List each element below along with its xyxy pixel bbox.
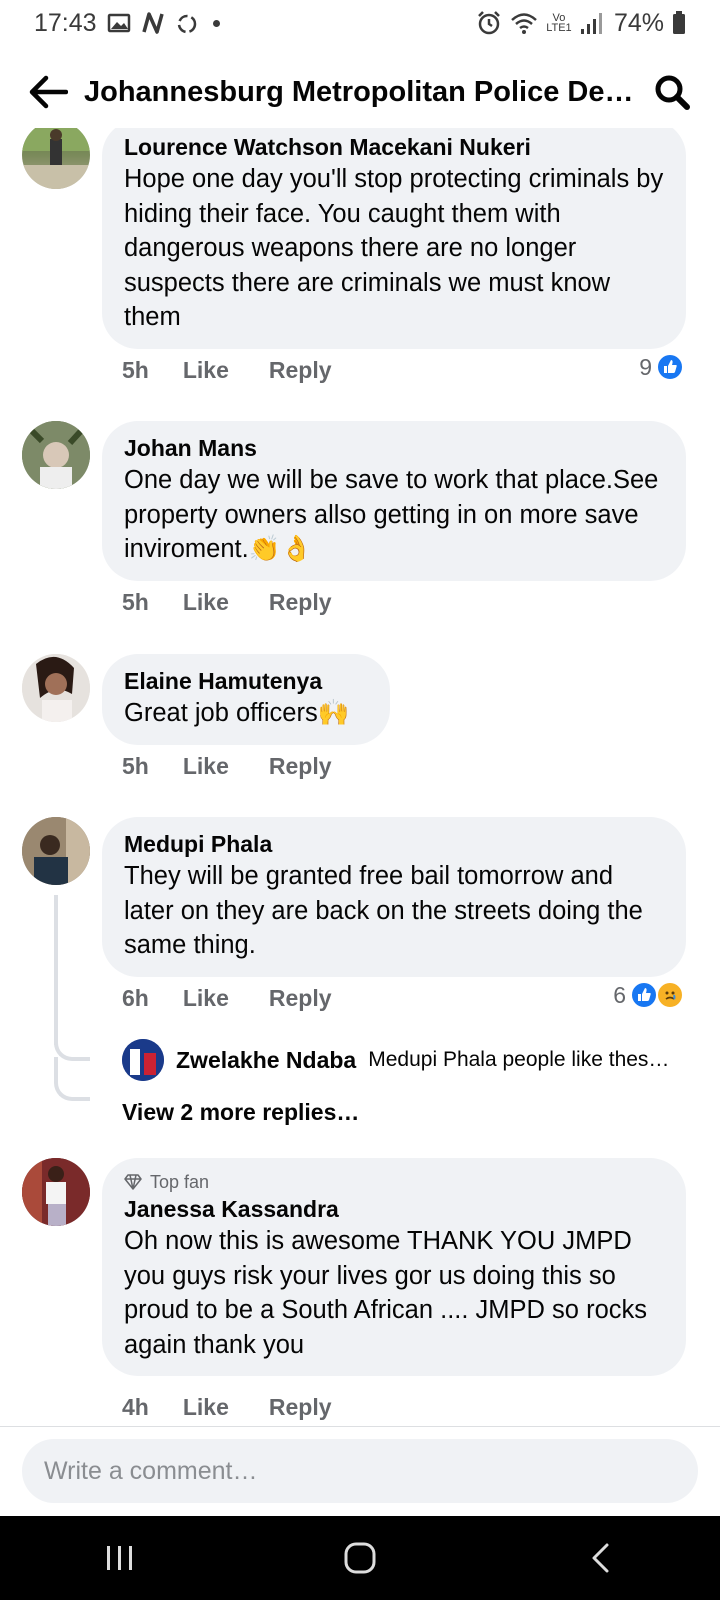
avatar[interactable] [22,817,90,885]
like-button[interactable]: Like [183,985,229,1012]
thumbs-up-icon [630,981,658,1009]
like-button[interactable]: Like [183,589,229,616]
reply-button[interactable]: Reply [269,753,332,780]
comment-author[interactable]: Elaine Hamutenya [124,666,368,696]
like-button[interactable]: Like [183,357,229,384]
comment-author[interactable]: Janessa Kassandra [124,1194,664,1224]
battery-icon [672,11,686,35]
comment-input[interactable] [44,1456,676,1486]
nfc-icon [141,12,165,34]
reply-author[interactable]: Zwelakhe Ndaba [176,1047,356,1074]
back-chevron-icon [592,1543,609,1573]
reactions[interactable]: 9 [639,353,684,381]
reply-text: Medupi Phala people like thes… [368,1048,670,1071]
page-header: Johannesburg Metropolitan Police Dep… [0,56,720,128]
lte-icon: Vo LTE1 [546,12,572,34]
comment-bubble[interactable]: Top fan Janessa Kassandra Oh now this is… [102,1158,686,1376]
reply-button[interactable]: Reply [269,1394,332,1421]
recent-apps-button[interactable] [80,1528,160,1588]
status-bar: 17:43 Vo LTE1 74% [0,0,720,46]
reply-button[interactable]: Reply [269,589,332,616]
status-time: 17:43 [34,8,97,37]
comment-bubble[interactable]: Johan Mans One day we will be save to wo… [102,421,686,581]
avatar[interactable] [22,1158,90,1226]
home-icon [344,1542,376,1574]
reaction-count: 6 [613,981,626,1008]
search-icon [655,75,690,110]
comment-text: Great job officers🙌 [124,699,350,727]
wifi-icon [510,11,538,35]
comment-time[interactable]: 5h [122,753,149,780]
recent-apps-icon [107,1546,132,1570]
comment-bubble[interactable]: Lourence Watchson Macekani Nukeri Hope o… [102,128,686,349]
like-button[interactable]: Like [183,1394,229,1421]
back-button[interactable] [26,70,70,114]
comment-time[interactable]: 5h [122,589,149,616]
diamond-icon [124,1174,142,1190]
signal-icon [580,11,606,35]
page-title: Johannesburg Metropolitan Police Dep… [84,75,644,108]
comment-author[interactable]: Lourence Watchson Macekani Nukeri [124,132,664,162]
comment-text: Hope one day you'll stop protecting crim… [124,165,664,331]
search-button[interactable] [650,70,694,114]
comments-feed[interactable]: Lourence Watchson Macekani Nukeri Hope o… [0,128,720,1426]
comment-text: They will be granted free bail tomorrow … [124,862,643,959]
comment-bubble[interactable]: Medupi Phala They will be granted free b… [102,817,686,977]
comment-text: Oh now this is awesome THANK YOU JMPD yo… [124,1227,647,1359]
view-more-replies-link[interactable]: View 2 more replies… [122,1099,359,1126]
thread-connector [54,1057,90,1101]
like-button[interactable]: Like [183,753,229,780]
reaction-count: 9 [639,353,652,380]
comment-bubble[interactable]: Elaine Hamutenya Great job officers🙌 [102,654,390,745]
comment-text: One day we will be save to work that pla… [124,466,659,563]
avatar[interactable] [22,128,90,189]
battery-percent: 74% [613,8,664,37]
network-label: Vo LTE1 [546,12,572,34]
comment-composer [0,1426,720,1516]
top-fan-badge: Top fan [124,1170,664,1194]
back-nav-button[interactable] [560,1528,640,1588]
comment-time[interactable]: 4h [122,1394,149,1421]
avatar[interactable] [122,1039,164,1081]
system-nav-bar [0,1516,720,1600]
sync-icon [175,11,199,35]
gallery-icon [107,12,131,34]
notification-dot [212,19,220,27]
reply-button[interactable]: Reply [269,357,332,384]
alarm-icon [476,10,502,36]
back-arrow-icon [29,75,68,109]
comment-time[interactable]: 6h [122,985,149,1012]
avatar[interactable] [22,654,90,722]
thread-connector [54,1007,90,1061]
reply-preview[interactable]: Zwelakhe Ndaba Medupi Phala people like … [122,1039,692,1081]
comment-author[interactable]: Medupi Phala [124,829,664,859]
comment-input-container[interactable] [22,1439,698,1503]
comment-time[interactable]: 5h [122,357,149,384]
home-button[interactable] [320,1528,400,1588]
reply-button[interactable]: Reply [269,985,332,1012]
sad-face-icon [656,981,684,1009]
reactions[interactable]: 6 [613,981,684,1009]
avatar[interactable] [22,421,90,489]
thumbs-up-icon [656,353,684,381]
comment-author[interactable]: Johan Mans [124,433,664,463]
badge-label: Top fan [150,1172,210,1192]
